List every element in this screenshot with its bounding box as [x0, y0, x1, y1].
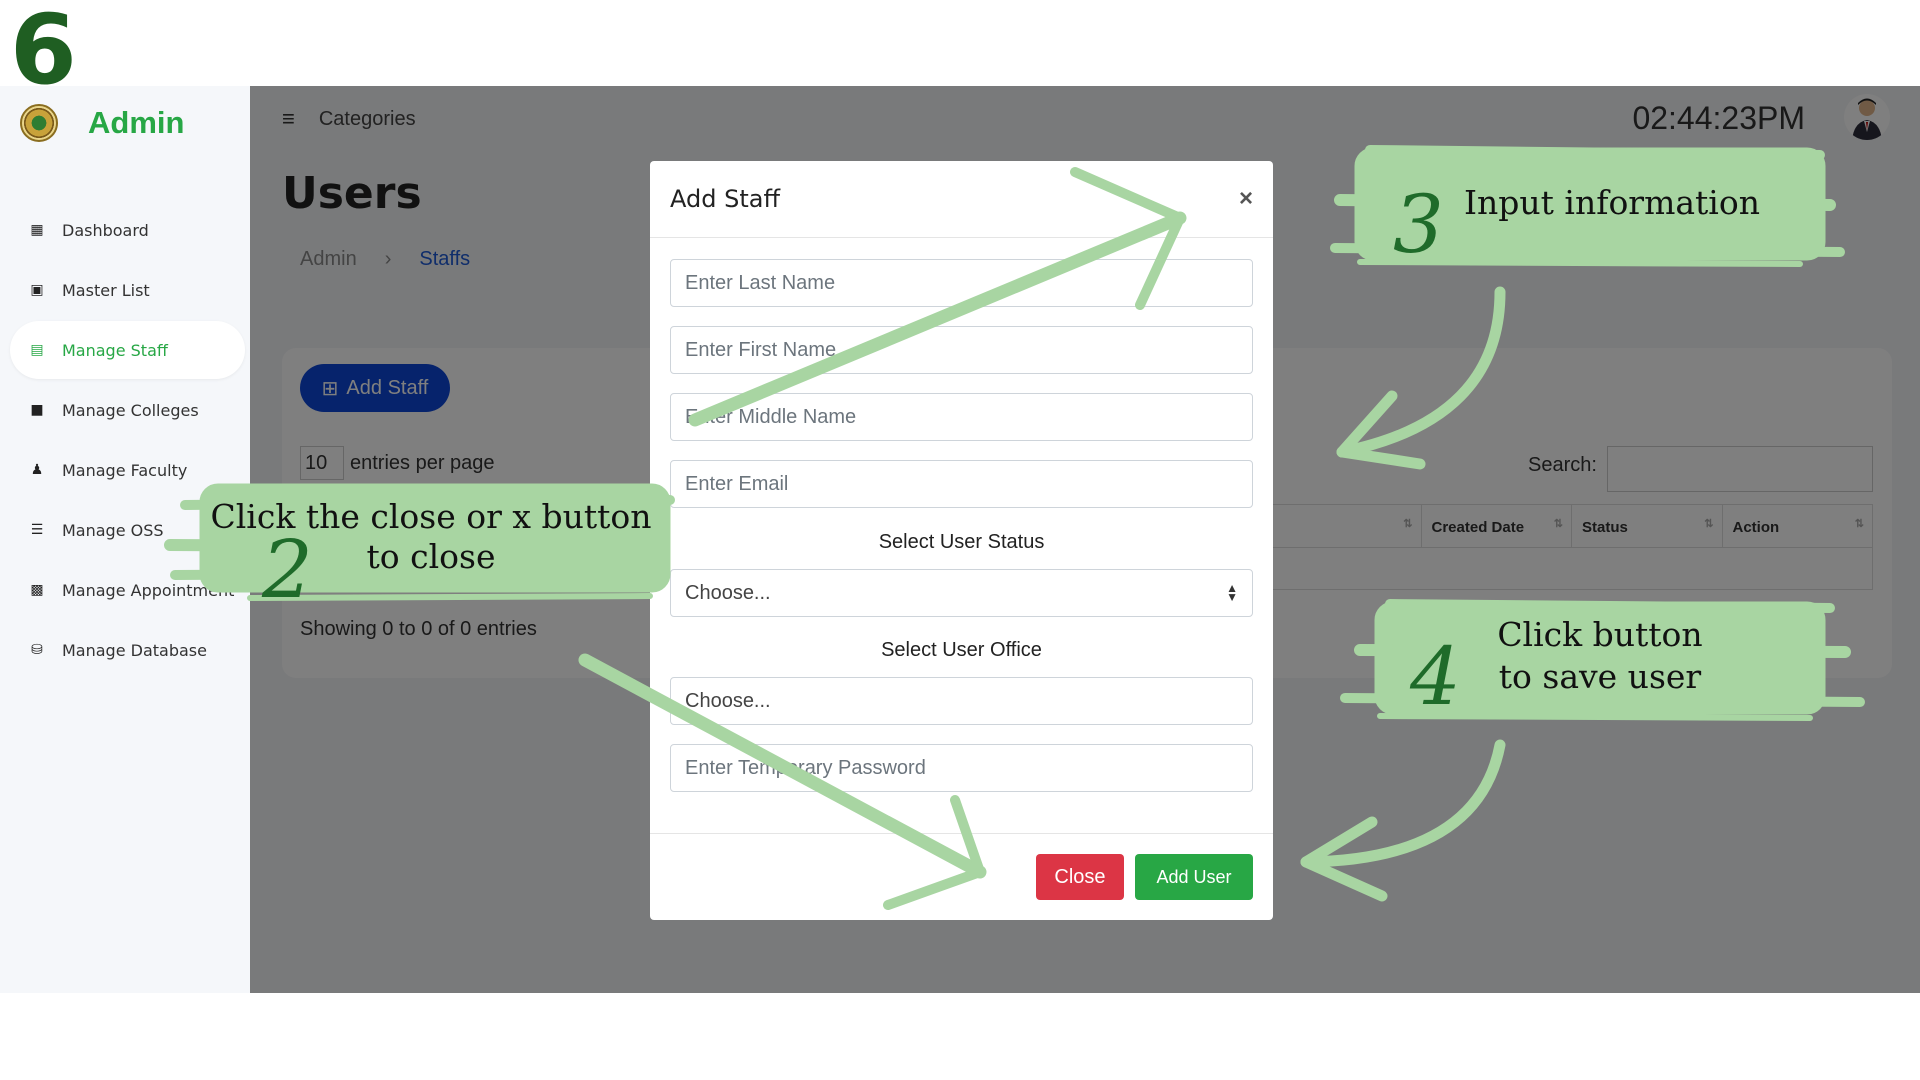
annotation-3-text: Input information — [1464, 183, 1760, 222]
arrow-to-x-button — [688, 167, 1187, 427]
annotation-2-number: 2 — [262, 523, 313, 616]
annotation-4-text-line1: Click button — [1497, 615, 1703, 654]
annotation-3-number: 3 — [1393, 178, 1444, 271]
annotation-4-text-line2: to save user — [1498, 657, 1702, 696]
tutorial-slide: 6 Admin ▦ Dashboard ▣ Master List ▤ Mana… — [0, 0, 1920, 1080]
arrow-to-add-user — [1300, 739, 1506, 902]
arrow-to-form — [1336, 286, 1506, 470]
arrow-to-close-button — [578, 653, 987, 910]
annotation-4-number: 4 — [1410, 630, 1461, 723]
